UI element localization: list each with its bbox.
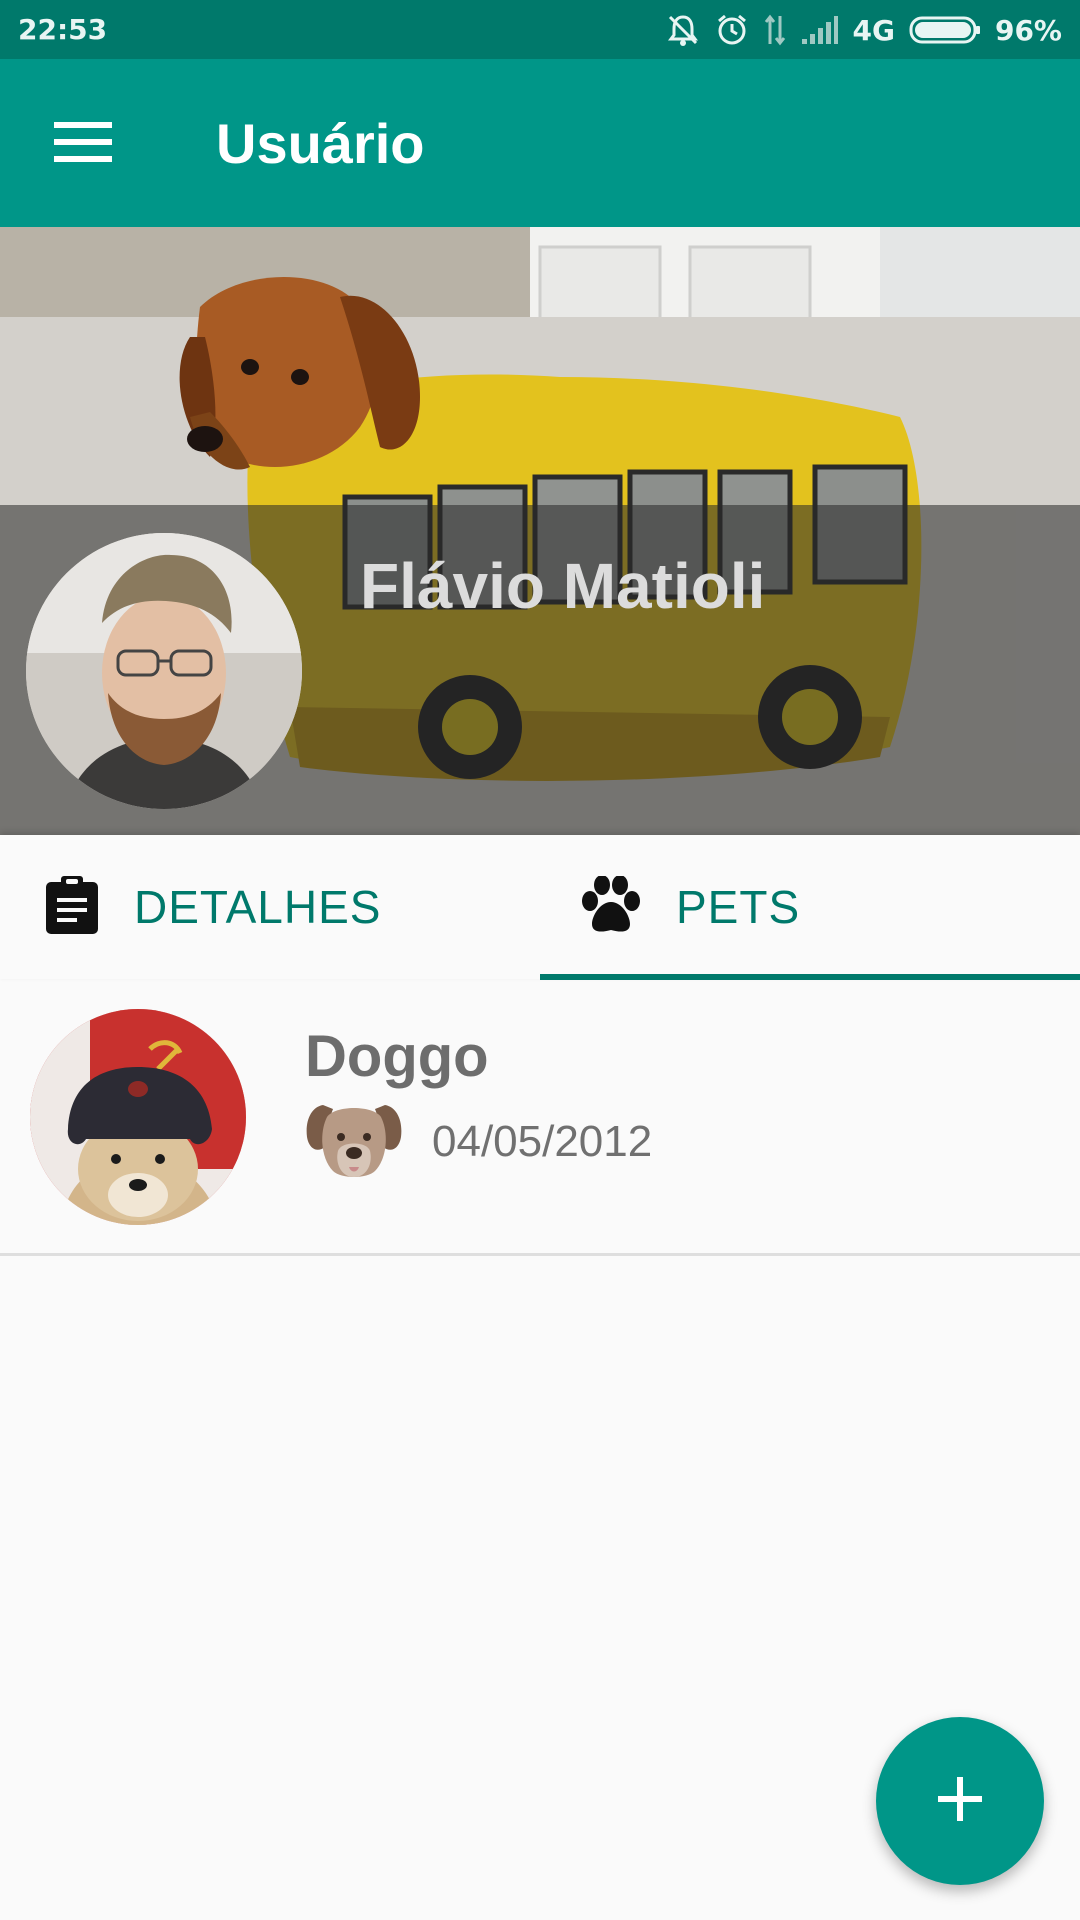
pet-name: Doggo <box>305 1024 489 1089</box>
user-name: Flávio Matioli <box>360 550 766 622</box>
signal-icon <box>801 15 839 45</box>
alarm-icon <box>715 13 749 47</box>
page-title: Usuário <box>216 112 425 175</box>
paw-icon <box>580 874 642 939</box>
status-time: 22:53 <box>18 13 108 46</box>
menu-button[interactable] <box>38 109 128 179</box>
clipboard-icon <box>44 874 100 941</box>
tab-bar: DETALHES PETS <box>0 835 1080 980</box>
tab-details[interactable]: DETALHES <box>0 835 540 979</box>
pet-avatar-image <box>30 1009 246 1225</box>
battery-icon <box>909 15 981 45</box>
mute-icon <box>665 13 701 47</box>
pet-birth-date: 04/05/2012 <box>432 1117 653 1166</box>
avatar[interactable] <box>26 533 302 809</box>
data-arrows-icon <box>763 14 787 46</box>
status-icons: 4G 96% <box>665 10 1062 50</box>
user-avatar-image <box>26 533 302 809</box>
menu-icon <box>54 121 112 168</box>
status-bar: 22:53 4G 96% <box>0 0 1080 59</box>
tab-pets[interactable]: PETS <box>540 835 1080 979</box>
profile-cover-photo: Flávio Matioli <box>0 227 1080 835</box>
tab-details-label: DETALHES <box>134 881 382 933</box>
list-item[interactable]: Doggo 04/05/2012 <box>0 979 1080 1256</box>
app-bar: Usuário <box>0 59 1080 227</box>
dog-face-icon <box>305 1097 403 1183</box>
pet-avatar <box>30 1009 246 1225</box>
add-pet-button[interactable] <box>876 1717 1044 1885</box>
add-icon <box>938 1776 982 1826</box>
network-type: 4G <box>852 13 895 47</box>
battery-level: 96% <box>994 13 1062 47</box>
tab-pets-label: PETS <box>676 881 801 933</box>
